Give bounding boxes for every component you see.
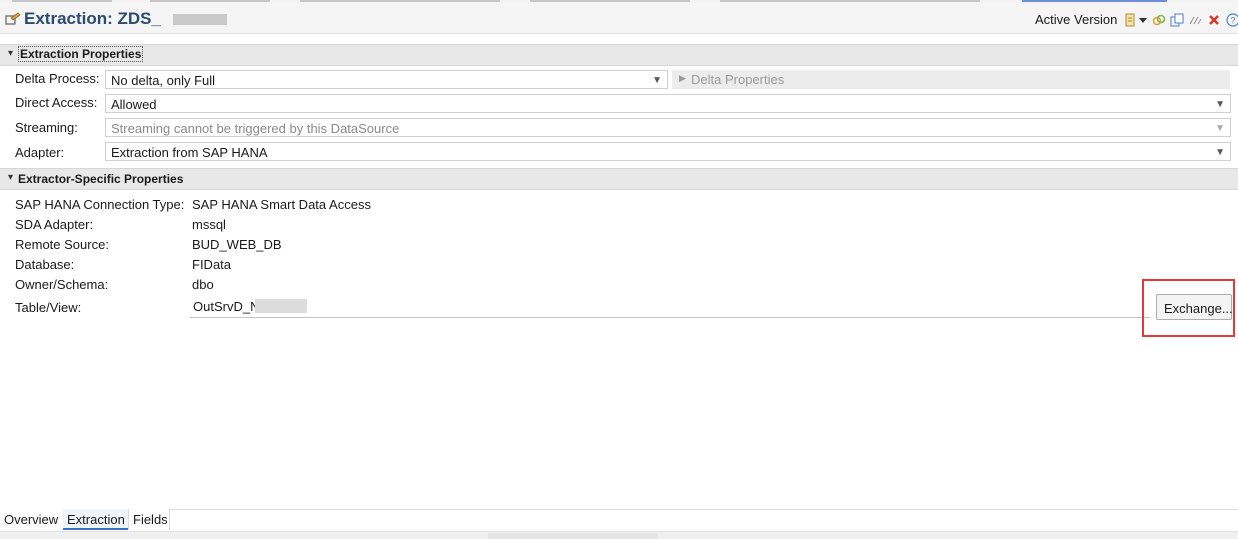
toggle-icon[interactable]	[1188, 13, 1202, 27]
connection-type-label: SAP HANA Connection Type:	[15, 197, 185, 212]
direct-access-label: Direct Access:	[15, 95, 98, 110]
chevron-down-icon: ▼	[1215, 99, 1225, 110]
activate-icon[interactable]	[1123, 13, 1137, 27]
database-label: Database:	[15, 257, 75, 272]
section-title: Extraction Properties	[18, 46, 144, 62]
expand-icon: ▶	[679, 73, 686, 83]
streaming-select: Streaming cannot be triggered by this Da…	[105, 118, 1231, 137]
section-title: Extractor-Specific Properties	[18, 172, 184, 186]
extraction-properties-header[interactable]: ▾ Extraction Properties	[0, 44, 1238, 66]
table-view-label: Table/View:	[15, 300, 82, 315]
adapter-label: Adapter:	[15, 145, 65, 160]
database-value: FIData	[192, 257, 232, 272]
link-icon[interactable]	[1152, 13, 1166, 27]
svg-text:?: ?	[1231, 16, 1236, 26]
active-version-label: Active Version	[1035, 12, 1118, 27]
delta-process-label: Delta Process:	[15, 71, 100, 86]
remote-source-label: Remote Source:	[15, 237, 109, 252]
redacted-name	[255, 299, 307, 313]
delta-process-select[interactable]: No delta, only Full ▼	[105, 70, 668, 89]
compare-icon[interactable]	[1170, 13, 1184, 27]
highlight-box	[1142, 279, 1235, 337]
tab-overview[interactable]: Overview	[0, 509, 64, 530]
direct-access-select[interactable]: Allowed ▼	[105, 94, 1231, 113]
adapter-select[interactable]: Extraction from SAP HANA ▼	[105, 142, 1231, 161]
delete-icon[interactable]	[1207, 13, 1221, 27]
redacted-name	[173, 14, 227, 25]
chevron-down-icon: ▼	[1215, 123, 1225, 134]
help-icon[interactable]: ?	[1226, 13, 1238, 27]
dropdown-icon[interactable]	[1138, 13, 1148, 27]
tab-extraction[interactable]: Extraction	[63, 509, 129, 530]
collapse-icon[interactable]: ▾	[8, 172, 13, 183]
streaming-label: Streaming:	[15, 120, 78, 135]
connection-type-value: SAP HANA Smart Data Access	[192, 197, 371, 212]
owner-schema-value: dbo	[192, 277, 214, 292]
delta-properties-section: ▶ Delta Properties	[672, 70, 1230, 89]
datasource-icon	[5, 12, 21, 25]
remote-source-value: BUD_WEB_DB	[192, 237, 282, 252]
table-view-field[interactable]: OutSrvD_N	[190, 296, 1150, 318]
tab-divider	[0, 509, 1238, 510]
page-title: Extraction: ZDS_	[24, 9, 161, 28]
collapse-icon[interactable]: ▾	[8, 48, 13, 59]
sda-adapter-value: mssql	[192, 217, 226, 232]
owner-schema-label: Owner/Schema:	[15, 277, 109, 292]
extractor-specific-header[interactable]: ▾ Extractor-Specific Properties	[0, 168, 1238, 190]
sda-adapter-label: SDA Adapter:	[15, 217, 94, 232]
chevron-down-icon: ▼	[1215, 147, 1225, 158]
tab-fields[interactable]: Fields	[128, 509, 170, 530]
chevron-down-icon: ▼	[652, 75, 662, 86]
editor-title-bar: Extraction: ZDS_ Active Version ?	[0, 3, 1238, 34]
